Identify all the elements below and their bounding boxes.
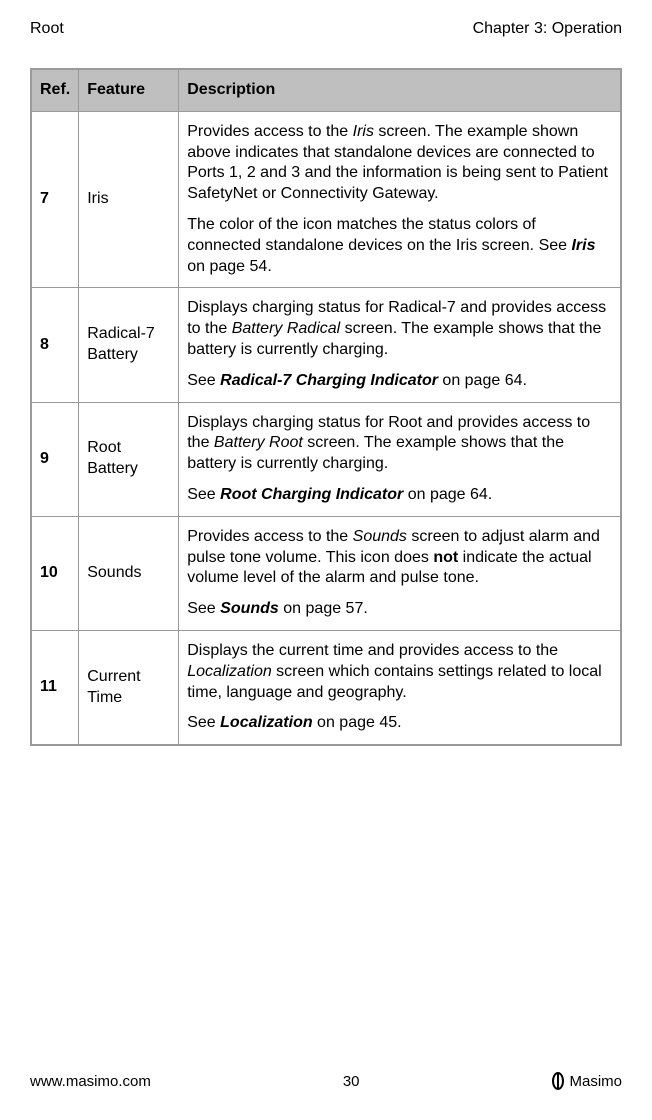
italic-text: Sounds [353, 528, 407, 545]
feature-cell: Root Battery [79, 402, 179, 516]
table-row: 11 Current Time Displays the current tim… [31, 630, 621, 745]
masimo-logo-icon [551, 1072, 565, 1090]
text: See [187, 600, 220, 617]
italic-text: Battery Radical [232, 320, 341, 337]
bold-italic-text: Iris [571, 237, 595, 254]
text: See [187, 486, 220, 503]
desc-paragraph: See Radical-7 Charging Indicator on page… [187, 371, 612, 392]
page-header: Root Chapter 3: Operation [30, 20, 622, 38]
text: The color of the icon matches the status… [187, 216, 571, 254]
desc-paragraph: Displays charging status for Root and pr… [187, 413, 612, 475]
italic-text: Localization [187, 663, 272, 680]
bold-text: not [433, 549, 458, 566]
table-row: 9 Root Battery Displays charging status … [31, 402, 621, 516]
text: Displays the current time and provides a… [187, 642, 558, 659]
footer-brand-text: Masimo [569, 1073, 622, 1090]
feature-cell: Current Time [79, 630, 179, 745]
ref-cell: 7 [31, 111, 79, 288]
text: on page 57. [279, 600, 368, 617]
table-row: 7 Iris Provides access to the Iris scree… [31, 111, 621, 288]
desc-paragraph: The color of the icon matches the status… [187, 215, 612, 277]
header-right: Chapter 3: Operation [473, 20, 622, 38]
desc-paragraph: Displays the current time and provides a… [187, 641, 612, 703]
header-left: Root [30, 20, 64, 38]
footer-brand: Masimo [551, 1072, 622, 1090]
th-ref: Ref. [31, 69, 79, 111]
text: Provides access to the [187, 123, 352, 140]
text: on page 64. [438, 372, 527, 389]
ref-cell: 8 [31, 288, 79, 402]
description-cell: Provides access to the Sounds screen to … [179, 516, 621, 630]
feature-table: Ref. Feature Description 7 Iris Provides… [30, 68, 622, 746]
text: on page 54. [187, 258, 272, 275]
desc-paragraph: See Root Charging Indicator on page 64. [187, 485, 612, 506]
desc-paragraph: See Localization on page 45. [187, 713, 612, 734]
text: on page 45. [313, 714, 402, 731]
italic-text: Battery Root [214, 434, 303, 451]
th-description: Description [179, 69, 621, 111]
desc-paragraph: Provides access to the Sounds screen to … [187, 527, 612, 589]
page-footer: www.masimo.com 30 Masimo [30, 1072, 622, 1090]
desc-paragraph: Provides access to the Iris screen. The … [187, 122, 612, 205]
bold-italic-text: Root Charging Indicator [220, 486, 403, 503]
ref-cell: 10 [31, 516, 79, 630]
desc-paragraph: Displays charging status for Radical-7 a… [187, 298, 612, 360]
text: See [187, 372, 220, 389]
table-row: 8 Radical-7 Battery Displays charging st… [31, 288, 621, 402]
description-cell: Displays charging status for Root and pr… [179, 402, 621, 516]
th-feature: Feature [79, 69, 179, 111]
text: on page 64. [403, 486, 492, 503]
feature-cell: Sounds [79, 516, 179, 630]
italic-text: Iris [353, 123, 374, 140]
bold-italic-text: Localization [220, 714, 312, 731]
ref-cell: 9 [31, 402, 79, 516]
footer-url: www.masimo.com [30, 1073, 151, 1090]
ref-cell: 11 [31, 630, 79, 745]
text: Provides access to the [187, 528, 352, 545]
desc-paragraph: See Sounds on page 57. [187, 599, 612, 620]
bold-italic-text: Sounds [220, 600, 279, 617]
description-cell: Displays charging status for Radical-7 a… [179, 288, 621, 402]
table-row: 10 Sounds Provides access to the Sounds … [31, 516, 621, 630]
footer-page-number: 30 [343, 1073, 360, 1090]
bold-italic-text: Radical-7 Charging Indicator [220, 372, 438, 389]
feature-cell: Radical-7 Battery [79, 288, 179, 402]
description-cell: Displays the current time and provides a… [179, 630, 621, 745]
feature-cell: Iris [79, 111, 179, 288]
description-cell: Provides access to the Iris screen. The … [179, 111, 621, 288]
text: See [187, 714, 220, 731]
